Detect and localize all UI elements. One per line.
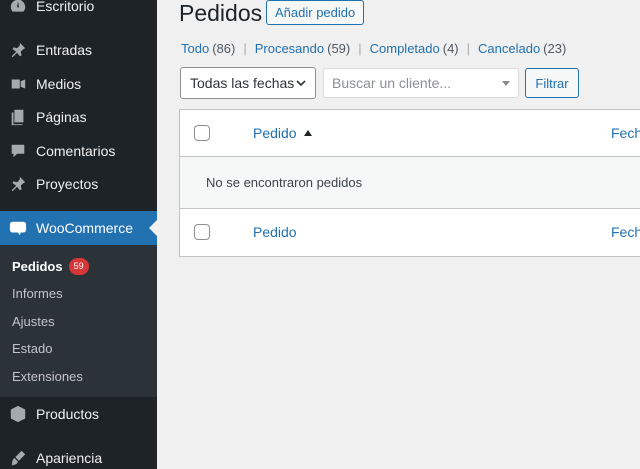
menu-item-productos[interactable]: Productos: [0, 397, 157, 431]
menu-item-label: Proyectos: [36, 176, 99, 192]
column-header-pedido[interactable]: Pedido: [253, 125, 312, 141]
orders-table: Pedido Fecha No se encontraron pedidos P…: [179, 109, 640, 257]
column-header-fecha[interactable]: Fecha: [611, 125, 640, 141]
menu-item-paginas[interactable]: Páginas: [0, 100, 157, 134]
separator: |: [358, 41, 362, 56]
submenu-item-label: Ajustes: [12, 313, 55, 329]
status-filter-links: Todo (86) | Procesando (59) | Completado (4…: [181, 41, 566, 56]
menu-item-woocommerce[interactable]: WooCommerce: [0, 211, 157, 245]
woocommerce-submenu: Pedidos 59 Informes Ajustes Estado Exten…: [0, 245, 157, 397]
submenu-item-extensiones[interactable]: Extensiones: [12, 366, 83, 386]
brush-icon: [8, 448, 28, 468]
select-all-checkbox-footer[interactable]: [194, 224, 210, 240]
menu-item-entradas[interactable]: Entradas: [0, 33, 157, 67]
chevron-down-icon: [296, 80, 306, 87]
column-footer-pedido[interactable]: Pedido: [253, 224, 297, 240]
view-link-cancelado[interactable]: Cancelado: [478, 41, 540, 56]
table-row: No se encontraron pedidos: [180, 157, 640, 209]
column-footer-fecha[interactable]: Fecha: [611, 224, 640, 240]
dashboard-icon: [8, 0, 28, 16]
submenu-item-label: Pedidos: [12, 258, 63, 274]
pin-icon: [8, 174, 28, 194]
view-count: (59): [327, 41, 351, 56]
sort-ascending-icon: [303, 130, 312, 136]
table-footer-row: Pedido Fecha: [180, 209, 640, 256]
submenu-item-informes[interactable]: Informes: [12, 283, 63, 303]
view-count: (86): [212, 41, 236, 56]
submenu-item-label: Estado: [12, 340, 53, 356]
menu-item-label: Escritorio: [36, 0, 95, 14]
menu-item-medios[interactable]: Medios: [0, 67, 157, 101]
pages-icon: [8, 107, 28, 127]
pin-icon: [8, 40, 28, 60]
date-filter-select[interactable]: Todas las fechas: [180, 67, 316, 99]
orders-count-badge: 59: [68, 257, 89, 275]
select-all-checkbox[interactable]: [194, 125, 210, 141]
separator: |: [243, 41, 247, 56]
menu-item-label: Productos: [36, 406, 100, 422]
empty-message: No se encontraron pedidos: [206, 175, 363, 190]
menu-item-label: Comentarios: [36, 143, 116, 159]
menu-item-escritorio[interactable]: Escritorio: [0, 0, 157, 23]
menu-item-label: Apariencia: [36, 450, 103, 466]
menu-item-comentarios[interactable]: Comentarios: [0, 134, 157, 168]
menu-item-apariencia[interactable]: Apariencia: [0, 441, 157, 469]
view-link-procesando[interactable]: Procesando: [255, 41, 324, 56]
table-header-row: Pedido Fecha: [180, 110, 640, 157]
filter-button[interactable]: Filtrar: [525, 68, 579, 98]
box-icon: [8, 404, 28, 424]
customer-search-select[interactable]: Buscar un cliente...: [323, 68, 519, 98]
view-count: (23): [543, 41, 567, 56]
page-title: Pedidos: [179, 0, 263, 26]
submenu-item-label: Extensiones: [12, 368, 83, 384]
date-filter-value: Todas las fechas: [190, 75, 295, 91]
admin-sidebar: Escritorio Entradas Medios Páginas Comen…: [0, 0, 157, 469]
submenu-item-ajustes[interactable]: Ajustes: [12, 311, 55, 331]
submenu-item-estado[interactable]: Estado: [12, 338, 52, 358]
submenu-item-label: Informes: [12, 285, 63, 301]
submenu-item-pedidos[interactable]: Pedidos 59: [12, 256, 89, 276]
media-icon: [8, 74, 28, 94]
separator: |: [466, 41, 471, 56]
comments-icon: [8, 141, 28, 161]
menu-item-proyectos[interactable]: Proyectos: [0, 167, 157, 201]
menu-item-label: Páginas: [36, 109, 87, 125]
menu-item-label: WooCommerce: [36, 220, 133, 236]
woocommerce-icon: [8, 218, 28, 238]
menu-item-label: Medios: [36, 76, 82, 92]
view-link-completado[interactable]: Completado: [370, 41, 440, 56]
view-count: (4): [442, 41, 459, 56]
view-link-todo[interactable]: Todo: [181, 41, 209, 56]
add-order-button[interactable]: Añadir pedido: [266, 0, 365, 25]
customer-search-placeholder: Buscar un cliente...: [332, 75, 452, 91]
caret-down-icon: [502, 81, 510, 86]
menu-item-label: Entradas: [36, 42, 93, 58]
